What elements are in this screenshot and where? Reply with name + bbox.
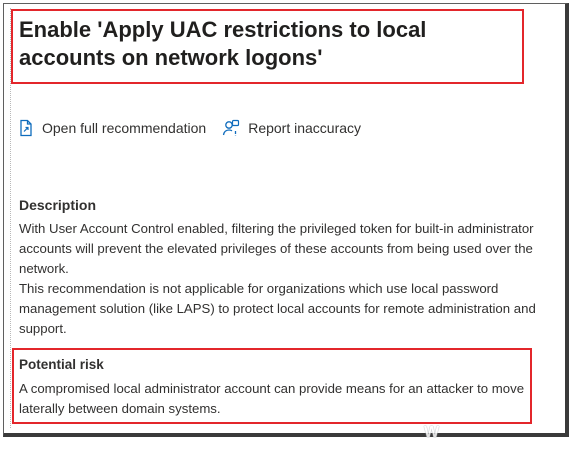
risk-text: A compromised local administrator accoun… (19, 381, 525, 416)
page-title: Enable 'Apply UAC restrictions to local … (19, 17, 427, 70)
watermark: W (424, 424, 441, 441)
person-feedback-icon (223, 119, 240, 136)
open-full-recommendation-label: Open full recommendation (42, 120, 207, 136)
description-heading: Description (19, 197, 97, 213)
action-bar: Open full recommendation Report inaccura… (18, 119, 361, 137)
report-inaccuracy-label: Report inaccuracy (248, 120, 362, 136)
open-full-recommendation-link[interactable]: Open full recommendation (18, 119, 206, 137)
document-icon (20, 119, 32, 137)
risk-heading: Potential risk (19, 357, 104, 372)
description-paragraph: This recommendation is not applicable fo… (19, 281, 536, 336)
report-inaccuracy-link[interactable]: Report inaccuracy (222, 119, 361, 137)
description-body: With User Account Control enabled, filte… (19, 219, 559, 339)
description-paragraph: With User Account Control enabled, filte… (19, 221, 534, 276)
